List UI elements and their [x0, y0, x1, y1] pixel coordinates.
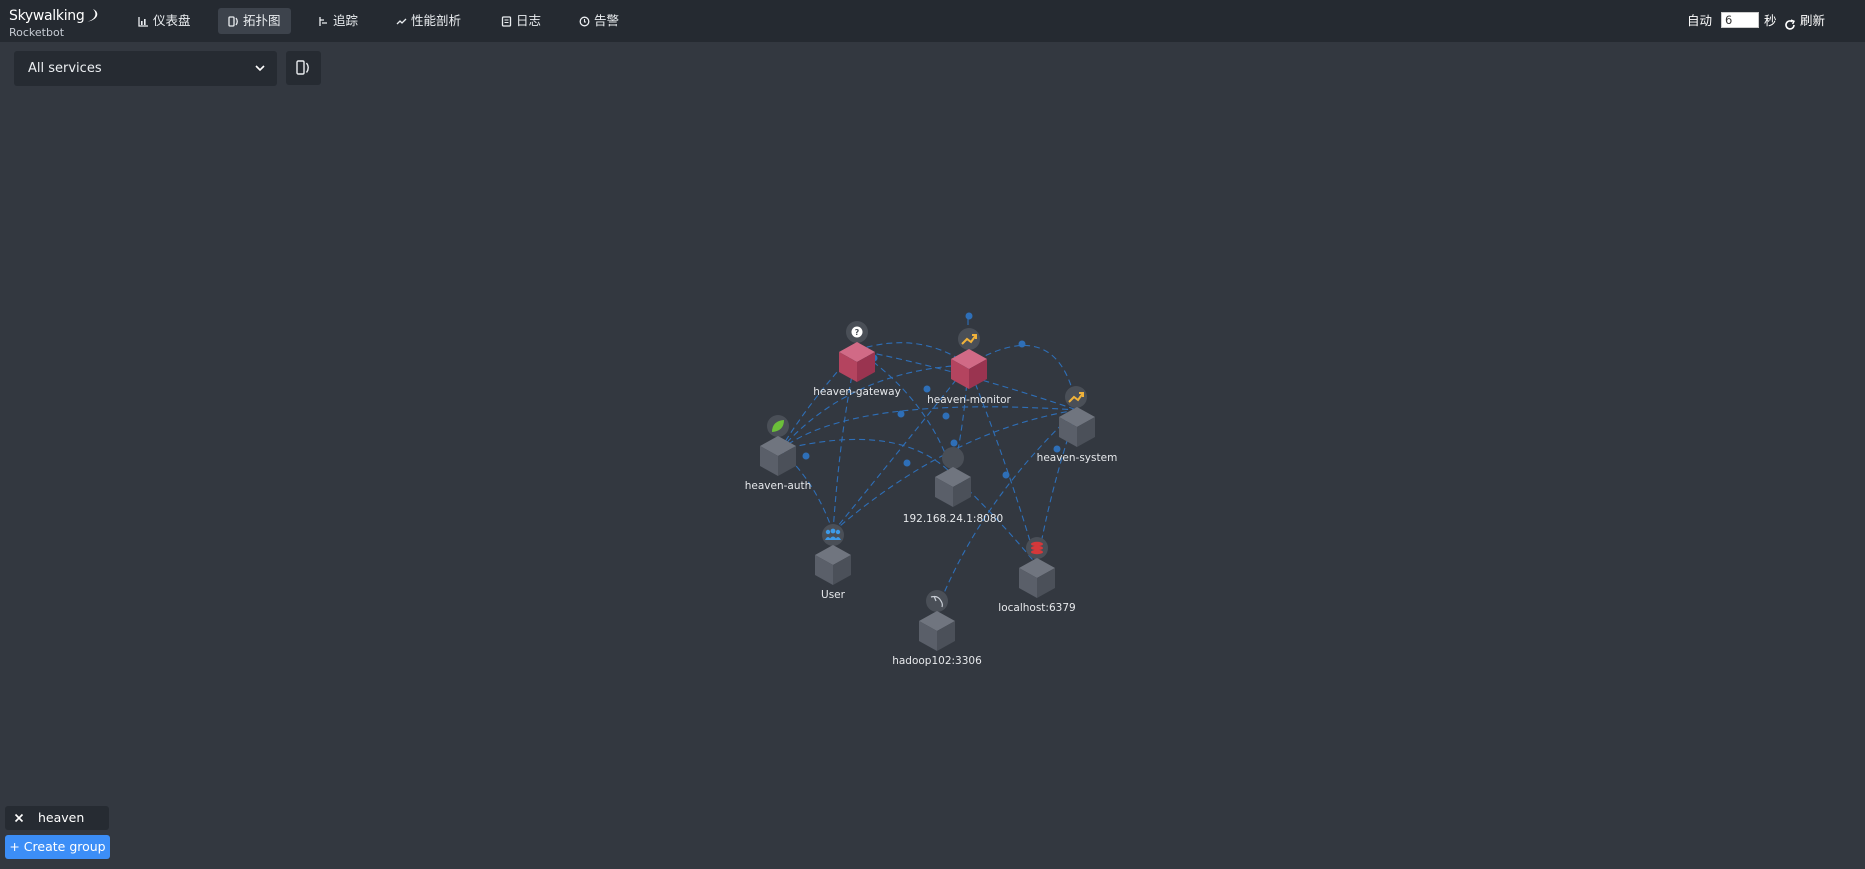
- link-dot[interactable]: [1002, 471, 1010, 479]
- top-bar: Skywalking Rocketbot 仪表盘 拓扑图 追踪 性能剖析 日志 …: [0, 0, 1865, 42]
- node-ip-endpoint[interactable]: 192.168.24.1:8080: [903, 447, 1003, 525]
- nav-profile[interactable]: 性能剖析: [386, 8, 471, 34]
- link-dot[interactable]: [950, 439, 958, 447]
- create-group-button[interactable]: + Create group: [5, 835, 110, 859]
- link-system-mysql[interactable]: [936, 409, 1078, 611]
- link-dot[interactable]: [897, 410, 905, 418]
- refresh-button[interactable]: 刷新: [1800, 11, 1825, 31]
- nav-trace-label: 追踪: [333, 13, 359, 28]
- bar-chart-icon: [138, 17, 148, 27]
- nav-trace[interactable]: 追踪: [308, 8, 368, 34]
- refresh-controls: 自动 秒 刷新: [1687, 11, 1847, 31]
- dolphin-icon-badge: [926, 590, 948, 612]
- brand-subtitle: Rocketbot: [9, 26, 65, 39]
- link-dot[interactable]: [923, 385, 931, 393]
- node-label: 192.168.24.1:8080: [903, 513, 1003, 525]
- link-dot[interactable]: [903, 459, 911, 467]
- redis-icon: [1031, 541, 1043, 555]
- node-label: hadoop102:3306: [892, 655, 982, 667]
- nav-topology-label: 拓扑图: [243, 13, 281, 28]
- line-chart-icon: [396, 18, 407, 25]
- skywalking-logo[interactable]: Skywalking Rocketbot: [9, 8, 99, 39]
- brand-name: Skywalking: [9, 8, 85, 24]
- node-heaven-auth[interactable]: heaven-auth: [745, 415, 812, 492]
- nav-alarm-label: 告警: [594, 13, 620, 28]
- node-label: heaven-system: [1037, 452, 1118, 464]
- nav-alarm[interactable]: 告警: [569, 8, 629, 34]
- trace-icon: [319, 17, 327, 26]
- interval-unit: 秒: [1764, 13, 1777, 28]
- node-label: localhost:6379: [998, 602, 1075, 614]
- nav-log-label: 日志: [516, 13, 542, 28]
- link-dot[interactable]: [802, 452, 810, 460]
- link-auth-system[interactable]: [779, 406, 1078, 451]
- nav-log[interactable]: 日志: [491, 8, 551, 34]
- node-label: heaven-auth: [745, 480, 812, 492]
- link-dot[interactable]: [942, 412, 950, 420]
- question-icon-glyph: ?: [855, 328, 860, 337]
- group-tag[interactable]: heaven: [5, 806, 109, 830]
- log-icon: [501, 16, 512, 27]
- close-icon[interactable]: [14, 806, 24, 830]
- topology-graph[interactable]: ? heaven-gateway heaven-monitor heaven-a…: [0, 42, 1865, 869]
- refresh-icon[interactable]: [1784, 15, 1796, 35]
- topology-icon: [228, 16, 238, 27]
- nav-profile-label: 性能剖析: [411, 13, 462, 28]
- node-label: User: [821, 589, 846, 601]
- swoosh-icon: [86, 9, 98, 22]
- node-label: heaven-monitor: [927, 394, 1011, 406]
- alarm-icon: [579, 16, 590, 27]
- blank-icon-badge: [942, 447, 964, 469]
- node-hadoop-mysql[interactable]: hadoop102:3306: [892, 590, 982, 667]
- link-dot[interactable]: [1018, 340, 1026, 348]
- node-localhost-redis[interactable]: localhost:6379: [998, 537, 1076, 614]
- nav-dashboard[interactable]: 仪表盘: [128, 8, 201, 34]
- auto-label[interactable]: 自动: [1687, 11, 1712, 31]
- link-dot[interactable]: [965, 312, 973, 320]
- interval-input[interactable]: [1721, 12, 1759, 28]
- nav-topology[interactable]: 拓扑图: [218, 8, 291, 34]
- users-icon-badge: [822, 524, 844, 546]
- node-user[interactable]: User: [815, 524, 851, 601]
- node-heaven-system[interactable]: heaven-system: [1037, 386, 1118, 464]
- nav-dashboard-label: 仪表盘: [153, 13, 191, 28]
- group-tag-label: heaven: [38, 810, 85, 825]
- node-heaven-gateway[interactable]: ? heaven-gateway: [813, 321, 901, 398]
- node-label: heaven-gateway: [813, 386, 901, 398]
